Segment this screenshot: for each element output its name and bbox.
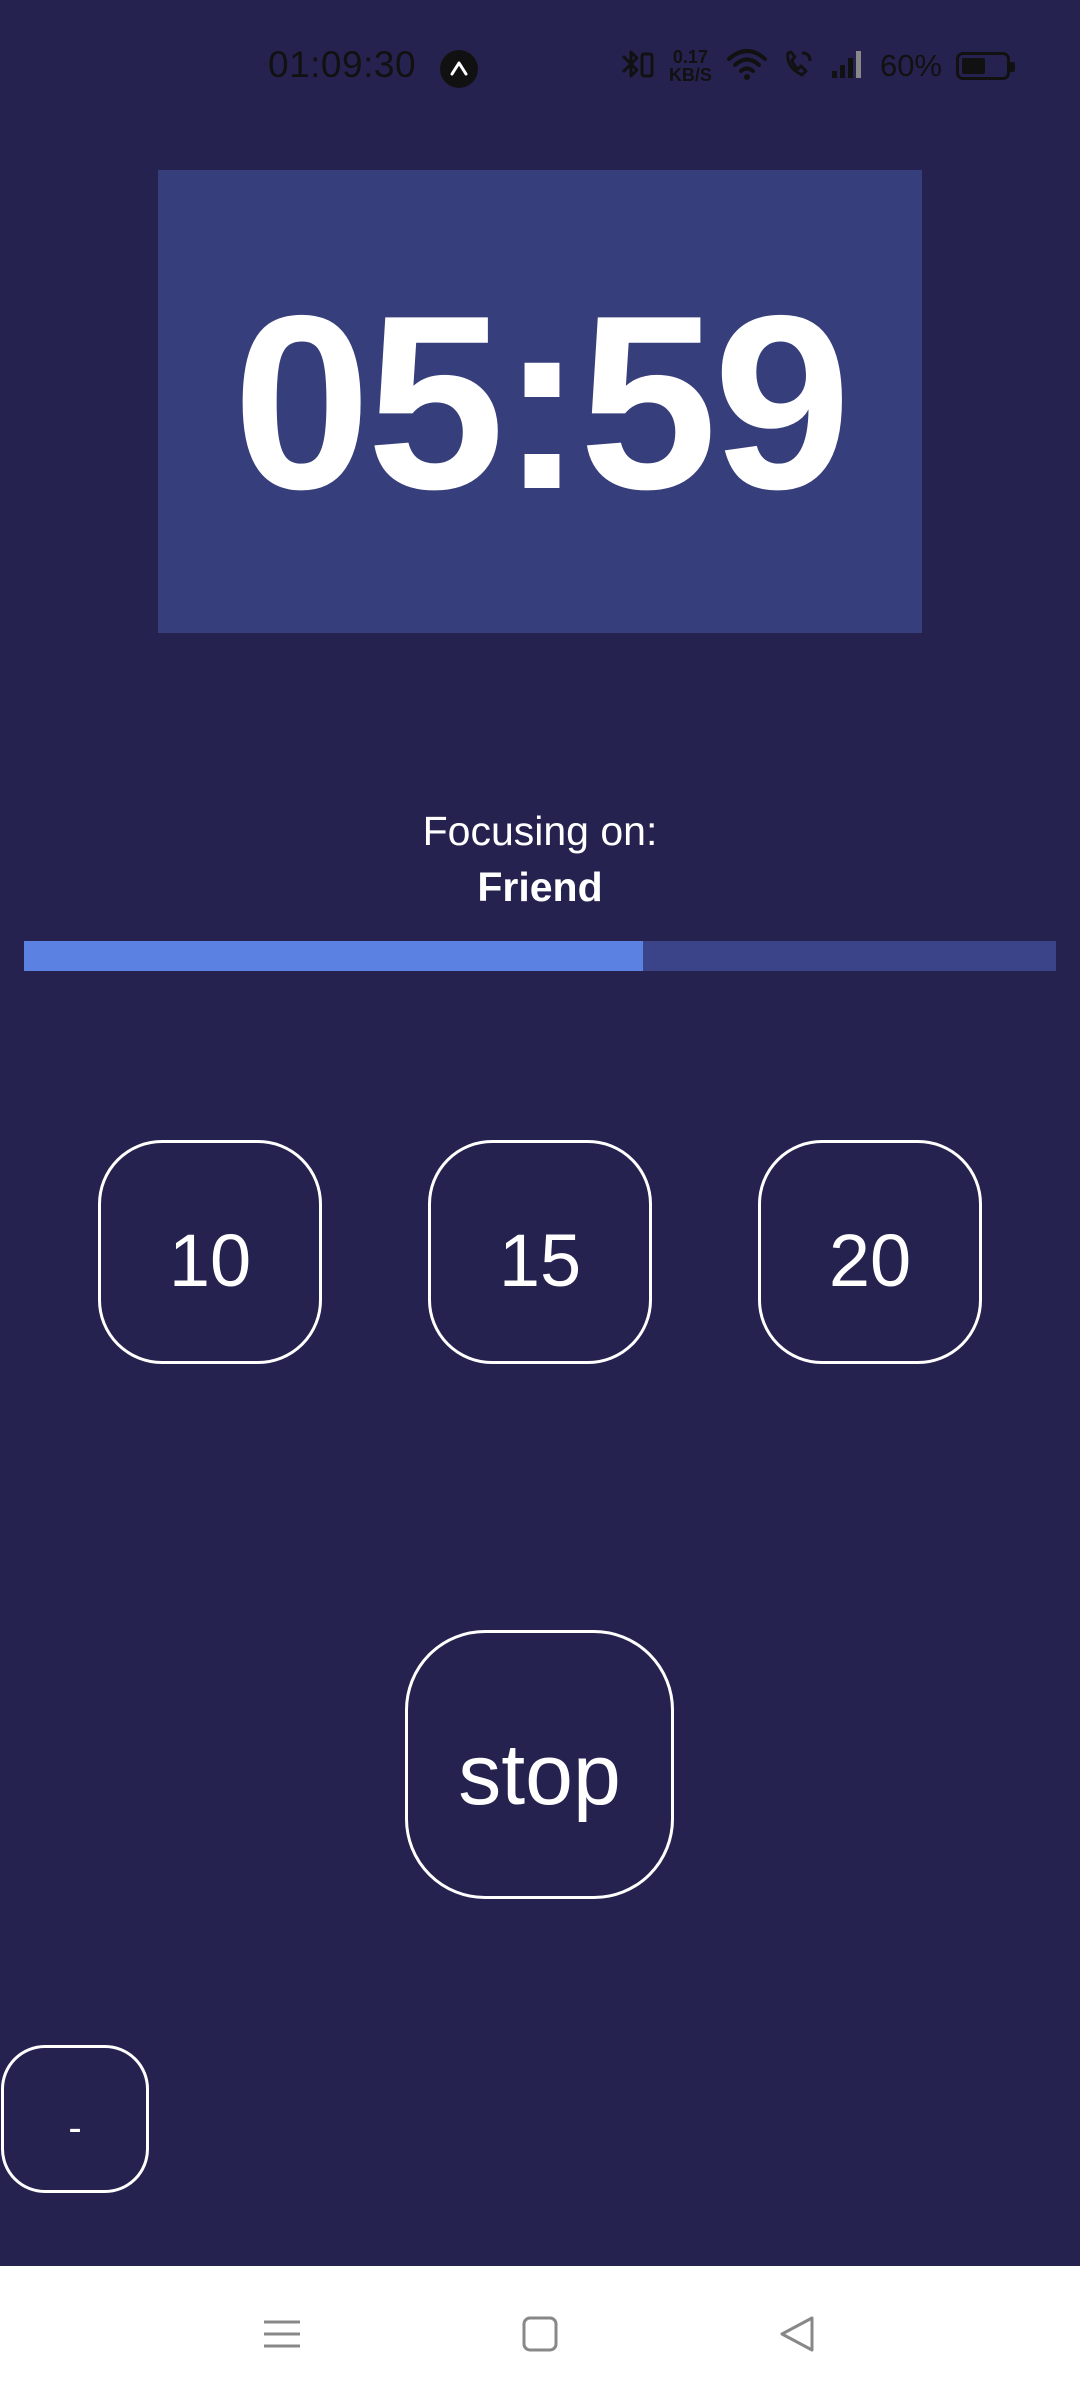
navigation-bar (0, 2266, 1080, 2400)
status-time: 01:09:30 (268, 44, 417, 85)
status-bar: 01:09:30 0.17 KB/S 60% (0, 0, 1080, 140)
focus-label: Focusing on: (422, 808, 658, 854)
battery-percent: 60% (879, 48, 942, 83)
network-speed-value: 0.17 (672, 47, 708, 67)
wifi-calling-icon (782, 47, 816, 86)
status-icons: 0.17 KB/S 60% (617, 46, 1015, 87)
minus-button[interactable]: - (1, 2045, 149, 2193)
preset-20-button[interactable]: 20 (758, 1140, 982, 1364)
home-icon[interactable] (510, 2304, 570, 2364)
app-notification-icon (440, 50, 478, 88)
preset-10-button[interactable]: 10 (98, 1140, 322, 1364)
bluetooth-icon (617, 46, 655, 87)
battery-level-fill (962, 58, 985, 74)
network-speed-unit: KB/S (668, 65, 712, 85)
timer-text: 05:59 (232, 262, 851, 541)
signal-icon (830, 49, 866, 84)
back-icon[interactable] (768, 2304, 828, 2364)
progress-fill (24, 941, 644, 971)
progress-bar (24, 941, 1056, 971)
wifi-icon (726, 47, 768, 86)
menu-icon[interactable] (252, 2304, 312, 2364)
preset-15-button[interactable]: 15 (428, 1140, 652, 1364)
focus-task-name: Friend (477, 864, 603, 910)
stop-button[interactable]: stop (405, 1630, 674, 1899)
network-speed: 0.17 KB/S (669, 48, 712, 84)
battery-icon (956, 52, 1015, 80)
timer-display: 05:59 (158, 170, 922, 633)
